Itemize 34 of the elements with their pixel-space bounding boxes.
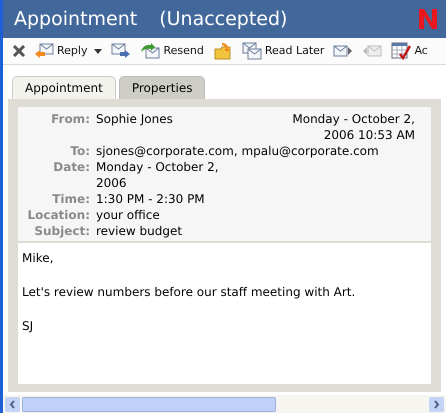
envelope-arrow-icon: [111, 42, 132, 60]
folder-arrow-icon: [212, 42, 233, 60]
close-icon: [13, 45, 25, 57]
envelope-arrow-icon: [140, 42, 160, 60]
horizontal-scrollbar[interactable]: [3, 395, 446, 413]
window-title: Appointment: [14, 6, 138, 32]
toolbar-button[interactable]: Ac: [391, 40, 428, 62]
scroll-thumb[interactable]: [22, 396, 276, 412]
tab[interactable]: Properties: [118, 76, 206, 99]
status-label: (Unaccepted): [159, 6, 288, 32]
field-value: Sophie Jones: [96, 111, 173, 128]
field-label: From:: [50, 111, 90, 128]
envelope-arrow-icon: [34, 42, 54, 60]
field-value: your office: [96, 207, 161, 223]
field-value: 1:30 PM - 2:30 PM: [96, 191, 206, 207]
message-paragraph: Mike,: [22, 250, 54, 267]
field-label: Time:: [51, 191, 90, 207]
toolbar-button[interactable]: Resend: [140, 40, 204, 62]
logo-icon: [417, 7, 439, 31]
toolbar-button[interactable]: Reply: [34, 40, 102, 62]
tab[interactable]: Appointment: [12, 76, 116, 99]
field-label: Date:: [52, 159, 90, 176]
field-value: sjones@corporate.com, mpalu@corporate.com: [96, 143, 380, 159]
field-value: review budget: [96, 223, 184, 239]
field-label: To:: [69, 143, 90, 159]
field-label: Subject:: [33, 223, 90, 239]
field-label: Location:: [26, 207, 90, 223]
field-value: Monday - October 2, 2006: [96, 159, 220, 191]
calendar-icon: [391, 42, 412, 60]
toolbar-button[interactable]: Read Later: [242, 40, 324, 62]
message-paragraph: SJ: [22, 318, 34, 335]
envelopes-icon: [242, 42, 262, 60]
sent-date: Monday - October 2, 2006 10:53 AM: [291, 111, 415, 143]
message-paragraph: Let's review numbers before our staff meeting with Art.: [22, 284, 356, 301]
